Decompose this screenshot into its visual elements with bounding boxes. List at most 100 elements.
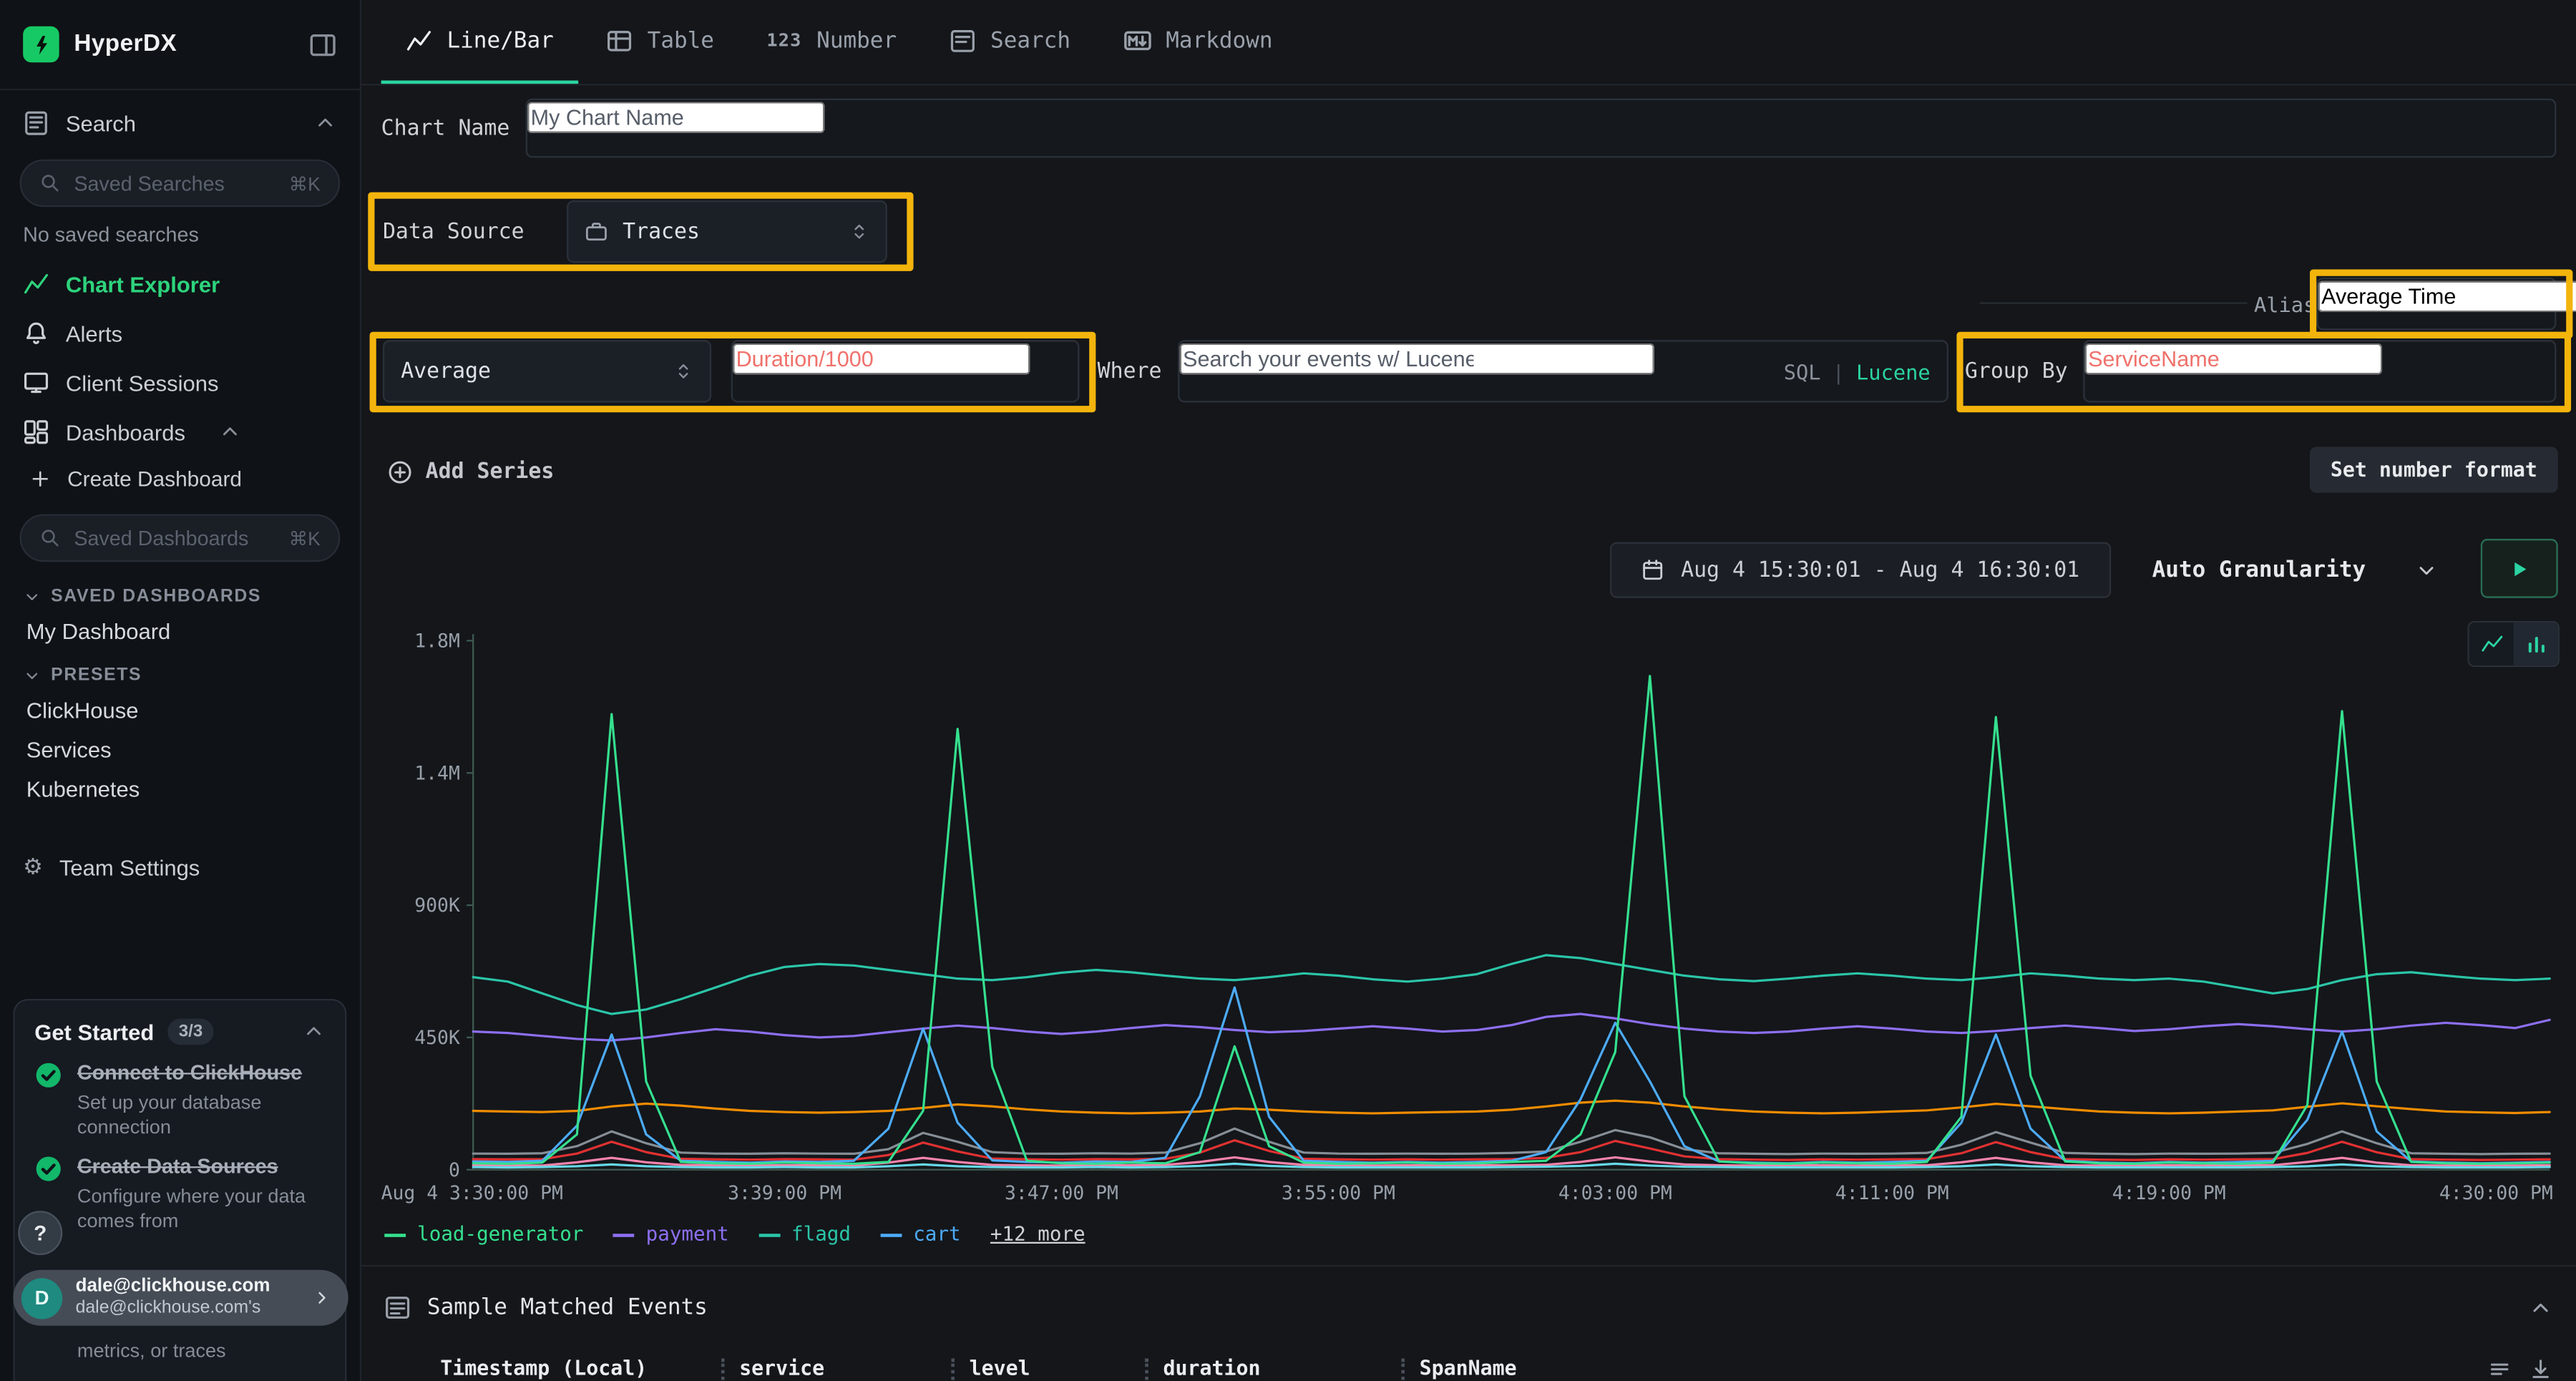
tab-markdown[interactable]: Markdown: [1098, 0, 1297, 84]
divider: [361, 1265, 2576, 1267]
get-started-progress-badge: 3/3: [167, 1018, 215, 1045]
hyperdx-app: HyperDX Search Saved Searches ⌘K No save: [0, 0, 2576, 1381]
chevron-down-icon: [23, 587, 41, 605]
field-expression-input[interactable]: [733, 343, 1030, 375]
legend-item[interactable]: flagd: [758, 1222, 851, 1245]
search-section-label: Search: [66, 111, 136, 135]
column-resize-handle[interactable]: [1145, 1358, 1148, 1380]
legend-item[interactable]: payment: [613, 1222, 729, 1245]
where-input[interactable]: [1179, 343, 1654, 375]
chart-line-icon: [23, 271, 49, 298]
time-range-picker[interactable]: Aug 4 15:30:01 - Aug 4 16:30:01: [1610, 542, 2111, 598]
sidebar-collapse-icon[interactable]: [309, 30, 337, 58]
sidebar-item-my-dashboard[interactable]: My Dashboard: [0, 611, 360, 650]
rows-icon[interactable]: [2487, 1356, 2512, 1380]
list-icon: [384, 1294, 411, 1321]
user-menu[interactable]: D dale@clickhouse.com dale@clickhouse.co…: [13, 1270, 348, 1326]
get-started-item[interactable]: Create Data Sources Configure where your…: [34, 1156, 325, 1235]
plus-icon: [29, 468, 51, 489]
help-button[interactable]: ?: [18, 1211, 62, 1255]
tab-number[interactable]: 123 Number: [742, 0, 922, 84]
column-header-timestamp[interactable]: Timestamp (Local): [440, 1357, 706, 1380]
chart-legend: load-generator payment flagd cart +12 mo…: [384, 1222, 1085, 1245]
where-label: Where: [1098, 340, 1162, 402]
timeseries-chart[interactable]: 0450K900K1.4M1.8MAug 4 3:30:00 PM3:39:00…: [378, 624, 2556, 1212]
gear-icon: ⚙: [23, 854, 43, 881]
get-started-item[interactable]: Connect to ClickHouse Set up your databa…: [34, 1061, 325, 1141]
sql-toggle[interactable]: SQL: [1784, 359, 1821, 384]
chevron-right-icon: [312, 1288, 332, 1308]
chevron-up-icon[interactable]: [2528, 1295, 2552, 1319]
run-query-button[interactable]: [2481, 539, 2558, 598]
add-series-button[interactable]: Add Series: [388, 450, 555, 493]
svg-text:4:30:00 PM: 4:30:00 PM: [2439, 1182, 2553, 1204]
sidebar-item-client-sessions[interactable]: Client Sessions: [0, 358, 360, 408]
column-resize-handle[interactable]: [721, 1358, 725, 1380]
sidebar-item-dashboards[interactable]: Dashboards: [0, 407, 360, 457]
no-saved-searches-note: No saved searches: [0, 217, 360, 250]
chevron-up-icon[interactable]: [302, 1020, 325, 1043]
chart-name-label: Chart Name: [381, 99, 510, 158]
check-circle-icon: [34, 1061, 62, 1141]
time-range-value: Aug 4 15:30:01 - Aug 4 16:30:01: [1681, 557, 2079, 582]
saved-searches-input[interactable]: Saved Searches ⌘K: [20, 160, 341, 208]
sidebar-item-alerts[interactable]: Alerts: [0, 309, 360, 358]
legend-more-link[interactable]: +12 more: [990, 1222, 1085, 1245]
tab-line-bar[interactable]: Line/Bar: [381, 0, 579, 84]
field-expression-wrap: [731, 340, 1080, 402]
column-resize-handle[interactable]: [951, 1358, 955, 1380]
table-icon: [606, 27, 633, 54]
column-header-service[interactable]: service: [739, 1357, 937, 1380]
tab-table[interactable]: Table: [582, 0, 739, 84]
svg-text:3:55:00 PM: 3:55:00 PM: [1282, 1182, 1395, 1204]
chevron-up-icon[interactable]: [314, 112, 337, 135]
where-field-wrap: SQL | Lucene: [1178, 340, 1948, 402]
sidebar-item-chart-explorer[interactable]: Chart Explorer: [0, 260, 360, 309]
svg-text:Aug 4 3:30:00 PM: Aug 4 3:30:00 PM: [381, 1182, 563, 1204]
search-results-icon: [950, 27, 976, 54]
tab-search[interactable]: Search: [924, 0, 1095, 84]
data-source-value: Traces: [623, 220, 834, 244]
saved-dashboards-placeholder: Saved Dashboards: [74, 527, 248, 550]
column-header-level[interactable]: level: [970, 1357, 1131, 1380]
create-dashboard-button[interactable]: Create Dashboard: [0, 457, 360, 501]
aggregation-select[interactable]: Average: [383, 340, 711, 402]
chevron-up-icon[interactable]: [218, 421, 241, 444]
column-header-spanname[interactable]: SpanName: [1420, 1357, 2487, 1380]
svg-text:900K: 900K: [414, 894, 460, 917]
dashboard-grid-icon: [23, 419, 49, 445]
alias-input[interactable]: [2318, 281, 2576, 313]
legend-item[interactable]: cart: [880, 1222, 960, 1245]
bell-icon: [23, 321, 49, 347]
svg-text:450K: 450K: [414, 1027, 460, 1049]
group-by-input[interactable]: [2084, 343, 2382, 375]
saved-dashboards-group-header[interactable]: SAVED DASHBOARDS: [0, 572, 360, 611]
logo-row[interactable]: HyperDX: [0, 23, 360, 75]
download-icon[interactable]: [2528, 1356, 2552, 1380]
sidebar-item-team-settings[interactable]: ⚙ Team Settings: [0, 844, 360, 890]
user-email: dale@clickhouse.com: [76, 1276, 299, 1298]
svg-text:4:11:00 PM: 4:11:00 PM: [1835, 1182, 1949, 1204]
lucene-toggle[interactable]: Lucene: [1856, 359, 1931, 384]
sidebar-item-clickhouse[interactable]: ClickHouse: [0, 690, 360, 729]
aggregation-value: Average: [401, 359, 658, 384]
sidebar-item-services[interactable]: Services: [0, 729, 360, 768]
data-source-select[interactable]: Traces: [567, 200, 887, 263]
avatar: D: [21, 1277, 62, 1318]
data-source-label: Data Source: [383, 200, 525, 263]
column-resize-handle[interactable]: [1401, 1358, 1405, 1380]
granularity-select[interactable]: Auto Granularity: [2139, 542, 2451, 598]
search-section-header[interactable]: Search: [0, 100, 360, 146]
column-header-duration[interactable]: duration: [1163, 1357, 1386, 1380]
briefcase-icon: [585, 220, 608, 243]
set-number-format-button[interactable]: Set number format: [2310, 446, 2558, 492]
legend-item[interactable]: load-generator: [384, 1222, 583, 1245]
alias-label: Alias: [2254, 293, 2316, 316]
sample-events-header[interactable]: Sample Matched Events: [384, 1284, 2553, 1330]
chart-name-input[interactable]: [527, 102, 825, 133]
sidebar-item-kubernetes[interactable]: Kubernetes: [0, 768, 360, 808]
group-by-label: Group By: [1965, 340, 2068, 402]
shortcut-badge: ⌘K: [289, 527, 321, 550]
presets-group-header[interactable]: PRESETS: [0, 650, 360, 690]
saved-dashboards-input[interactable]: Saved Dashboards ⌘K: [20, 514, 341, 562]
